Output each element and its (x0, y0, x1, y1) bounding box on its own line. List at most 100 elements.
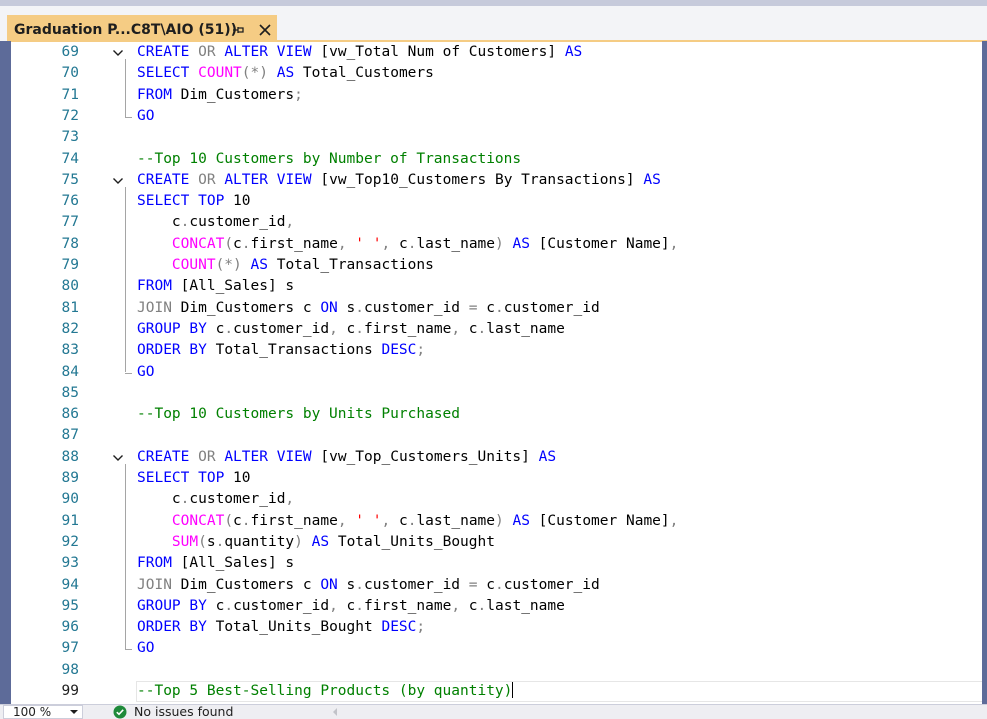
code-token: . (241, 235, 251, 252)
code-token: quantity (224, 533, 295, 550)
code-text: c.customer_id, (137, 212, 294, 233)
collapse-chevron-icon[interactable] (112, 176, 124, 186)
code-token: c (337, 597, 356, 614)
code-line[interactable]: 73 (11, 127, 982, 148)
code-line[interactable]: 98 (11, 660, 982, 681)
code-token: c (206, 320, 225, 337)
code-token: . (355, 320, 365, 337)
code-text: GO (137, 638, 154, 659)
code-line[interactable]: 85 (11, 383, 982, 404)
code-line[interactable]: 94 JOIN Dim_Customers c ON s.customer_id … (11, 575, 982, 596)
code-token: first_name (364, 597, 452, 614)
code-token: SELECT (137, 193, 190, 210)
line-number: 96 (61, 619, 79, 636)
code-line[interactable]: 69 CREATE OR ALTER VIEW [vw_Total Num of … (11, 42, 982, 63)
pin-icon[interactable] (232, 23, 246, 37)
code-line[interactable]: 96 ORDER BY Total_Units_Bought DESC; (11, 617, 982, 638)
code-text: SELECT TOP 10 (137, 191, 251, 212)
code-token: BY (189, 619, 207, 636)
sql-code-editor[interactable]: 69 CREATE OR ALTER VIEW [vw_Total Num of … (11, 42, 982, 704)
code-token: , (337, 235, 347, 252)
code-line[interactable]: 83 ORDER BY Total_Transactions DESC; (11, 340, 982, 361)
code-token: 10 (224, 470, 251, 486)
code-token: ( (224, 235, 234, 252)
code-token: . (224, 597, 234, 614)
code-token: . (355, 597, 365, 614)
code-text: GROUP BY c.customer_id, c.first_name, c.… (137, 596, 565, 617)
code-line[interactable]: 72 GO (11, 106, 982, 127)
line-number: 87 (61, 427, 79, 444)
code-line[interactable]: 71 FROM Dim_Customers; (11, 85, 982, 106)
code-line[interactable]: 70 SELECT COUNT(*) AS Total_Customers (11, 63, 982, 84)
code-line[interactable]: 74 --Top 10 Customers by Number of Transa… (11, 149, 982, 170)
code-line[interactable]: 95 GROUP BY c.customer_id, c.first_name, … (11, 596, 982, 617)
collapse-chevron-icon[interactable] (112, 453, 124, 463)
code-token: customer_id (189, 491, 286, 508)
scroll-left-arrow[interactable] (333, 708, 337, 716)
zoom-level-dropdown[interactable]: 100 % (3, 705, 83, 719)
code-line[interactable]: 84 GO (11, 362, 982, 383)
code-token: CONCAT (171, 235, 225, 252)
code-line[interactable]: 75 CREATE OR ALTER VIEW [vw_Top10_Custome… (11, 170, 982, 191)
code-token: BY (189, 342, 207, 359)
code-line[interactable]: 80 FROM [All_Sales] s (11, 276, 982, 297)
code-line[interactable]: 78 CONCAT(c.first_name, ' ', c.last_name… (11, 234, 982, 255)
line-number: 72 (61, 107, 79, 124)
code-token: , (451, 597, 461, 614)
line-number: 69 (61, 44, 79, 60)
line-number: 98 (61, 661, 79, 678)
code-token: SELECT (137, 65, 190, 82)
collapse-chevron-icon[interactable] (112, 48, 124, 58)
code-line[interactable]: 99 --Top 5 Best-Selling Products (by quan… (11, 681, 982, 702)
tab-title: Graduation P...C8T\AIO (51)) (14, 22, 238, 38)
code-token: . (477, 597, 487, 614)
code-text: GO (137, 362, 154, 383)
code-line[interactable]: 93 FROM [All_Sales] s (11, 553, 982, 574)
code-text: GO (137, 106, 154, 127)
code-token: FROM (137, 278, 172, 295)
code-line[interactable]: 90 c.customer_id, (11, 489, 982, 510)
code-token: AS (643, 171, 661, 188)
code-token: c (233, 235, 242, 252)
code-line[interactable]: 76 SELECT TOP 10 (11, 191, 982, 212)
code-line[interactable]: 89 SELECT TOP 10 (11, 468, 982, 489)
code-line[interactable]: 77 c.customer_id, (11, 212, 982, 233)
code-token: last_name (486, 320, 565, 337)
code-token: . (355, 299, 364, 316)
code-token: SUM (171, 533, 199, 550)
code-line[interactable]: 88 CREATE OR ALTER VIEW [vw_Top_Customers… (11, 447, 982, 468)
code-token: AS (512, 512, 530, 529)
code-token: (*) (215, 257, 242, 273)
code-line[interactable]: 82 GROUP BY c.customer_id, c.first_name, … (11, 319, 982, 340)
code-line[interactable]: 97 GO (11, 638, 982, 659)
line-number: 83 (61, 342, 79, 359)
code-token: CREATE (137, 44, 190, 60)
code-token: Dim_Customers (171, 86, 295, 103)
code-token: c (137, 214, 181, 231)
close-icon[interactable] (256, 21, 274, 39)
code-text: GROUP BY c.customer_id, c.first_name, c.… (137, 319, 565, 340)
code-token: ON (320, 299, 338, 316)
code-line[interactable]: 81 JOIN Dim_Customers c ON s.customer_id … (11, 298, 982, 319)
code-token: , (381, 235, 391, 252)
line-number: 70 (61, 65, 79, 82)
window-frame-right (982, 41, 987, 704)
code-line[interactable]: 87 (11, 425, 982, 446)
code-token: . (477, 320, 487, 337)
code-line[interactable]: 92 SUM(s.quantity) AS Total_Units_Bought (11, 532, 982, 553)
code-text: JOIN Dim_Customers c ON s.customer_id = … (137, 575, 600, 596)
code-token: . (494, 576, 504, 593)
code-token: ; (294, 86, 303, 103)
code-token: GO (137, 107, 155, 124)
code-line[interactable]: 91 CONCAT(c.first_name, ' ', c.last_name… (11, 511, 982, 532)
code-line[interactable]: 86 --Top 10 Customers by Units Purchased (11, 404, 982, 425)
code-token: ( (198, 533, 207, 550)
line-number: 75 (61, 171, 79, 188)
code-line[interactable]: 79 COUNT(*) AS Total_Transactions (11, 255, 982, 276)
line-number: 79 (61, 257, 79, 273)
